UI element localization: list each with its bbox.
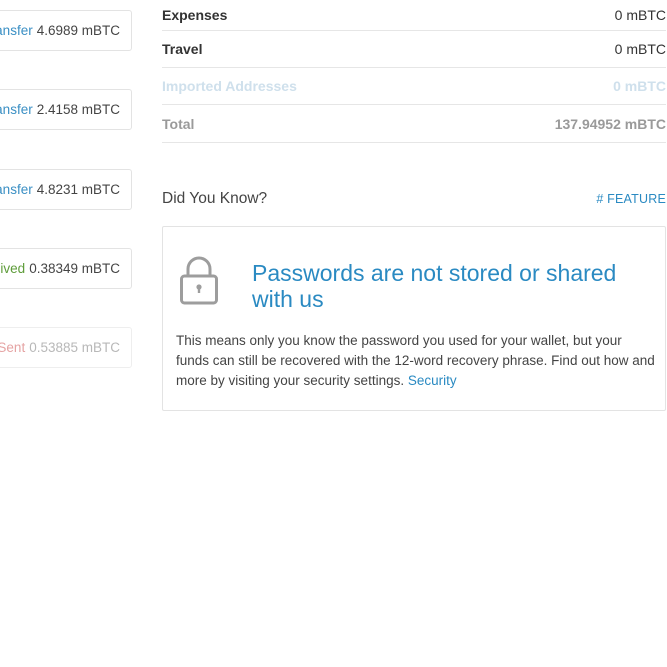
transaction-amount: 0.53885 mBTC — [29, 340, 120, 355]
transaction-item[interactable]: ansfer 2.4158 mBTC — [0, 89, 132, 130]
balance-value: 0 mBTC — [613, 78, 666, 94]
transaction-item[interactable]: eived 0.38349 mBTC — [0, 248, 132, 289]
balance-label: Total — [162, 115, 195, 132]
did-you-know-header: Did You Know? # FEATURE — [162, 190, 666, 208]
transaction-amount: 4.8231 mBTC — [36, 182, 120, 197]
balance-label: Imported Addresses — [162, 78, 297, 94]
did-you-know-body: This means only you know the password yo… — [176, 331, 656, 391]
balance-row-imported-addresses[interactable]: Imported Addresses 0 mBTC — [162, 68, 666, 105]
transaction-type: ansfer — [0, 182, 33, 197]
transaction-type: eived — [0, 261, 26, 276]
balance-value: 0 mBTC — [614, 7, 666, 23]
transaction-type: Sent — [0, 340, 26, 355]
transaction-amount: 0.38349 mBTC — [29, 261, 120, 276]
transaction-type: ansfer — [0, 23, 33, 38]
security-link[interactable]: Security — [408, 373, 457, 388]
wallet-home: ansfer 4.6989 mBTC ansfer 2.4158 mBTC an… — [0, 0, 667, 667]
balance-value: 0 mBTC — [614, 41, 666, 57]
transaction-item[interactable]: ansfer 4.8231 mBTC — [0, 169, 132, 210]
lock-icon — [180, 256, 218, 305]
balances-table: Expenses 0 mBTC Travel 0 mBTC Imported A… — [162, 0, 666, 143]
balance-row-expenses[interactable]: Expenses 0 mBTC — [162, 0, 666, 31]
transaction-amount: 2.4158 mBTC — [36, 102, 120, 117]
feature-tag[interactable]: # FEATURE — [596, 192, 666, 206]
balance-label: Travel — [162, 41, 203, 57]
transaction-amount: 4.6989 mBTC — [36, 23, 120, 38]
balance-label: Expenses — [162, 7, 228, 23]
balance-row-total: Total 137.94952 mBTC — [162, 105, 666, 143]
transaction-item[interactable]: Sent 0.53885 mBTC — [0, 327, 132, 368]
transaction-type: ansfer — [0, 102, 33, 117]
did-you-know-title: Did You Know? — [162, 190, 268, 207]
balance-row-travel[interactable]: Travel 0 mBTC — [162, 31, 666, 68]
balance-value: 137.94952 mBTC — [554, 115, 666, 132]
did-you-know-card: Passwords are not stored or shared with … — [162, 226, 666, 411]
did-you-know-heading: Passwords are not stored or shared with … — [252, 260, 617, 312]
transaction-item[interactable]: ansfer 4.6989 mBTC — [0, 10, 132, 51]
